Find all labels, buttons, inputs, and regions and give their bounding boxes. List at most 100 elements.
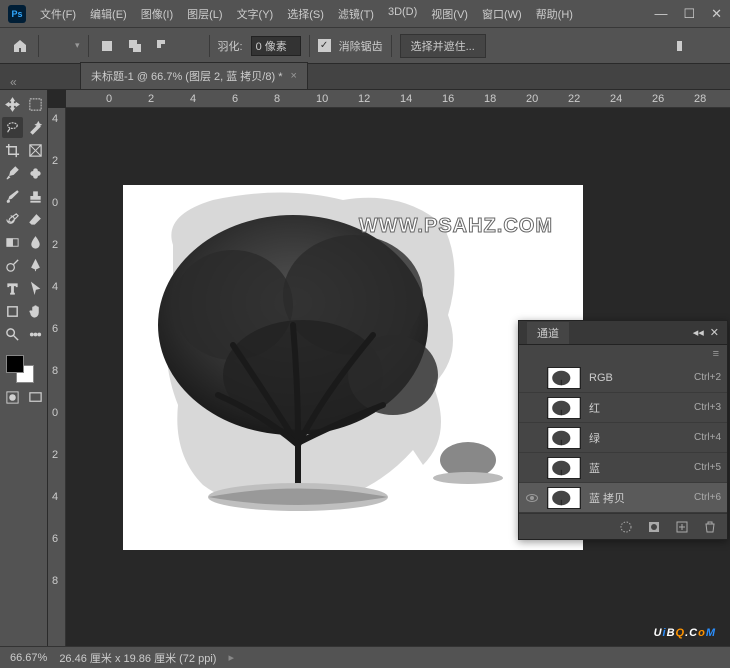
visibility-toggle[interactable] (525, 461, 539, 475)
menubar: Ps 文件(F)编辑(E)图像(I)图层(L)文字(Y)选择(S)滤镜(T)3D… (0, 0, 730, 28)
dodge-tool[interactable] (2, 255, 23, 276)
menu-item[interactable]: 帮助(H) (530, 2, 579, 26)
add-selection-icon[interactable] (125, 36, 145, 56)
delete-channel-icon[interactable] (703, 520, 717, 534)
options-bar: ▾ 羽化: ✓ 消除锯齿 选择并遮住... (0, 28, 730, 64)
close-tab-icon[interactable]: × (290, 70, 296, 82)
panel-menu-icon[interactable]: ≡ (713, 348, 719, 360)
channel-shortcut: Ctrl+6 (694, 492, 721, 503)
hand-tool[interactable] (25, 301, 46, 322)
channel-row[interactable]: 蓝 拷贝 Ctrl+6 (519, 483, 727, 513)
panel-collapse-icon[interactable]: ◂◂ (693, 326, 704, 339)
marquee-tool[interactable] (25, 94, 46, 115)
eyedropper-tool[interactable] (2, 163, 23, 184)
crop-tool[interactable] (2, 140, 23, 161)
app-logo: Ps (8, 5, 26, 23)
panel-close-icon[interactable]: ✕ (710, 326, 719, 339)
panel-header[interactable]: 通道 ◂◂ ✕ (519, 321, 727, 345)
document-tabs: « 未标题-1 @ 66.7% (图层 2, 蓝 拷贝/8) * × (0, 64, 730, 90)
channel-name: 绿 (589, 430, 686, 446)
color-swatches[interactable] (2, 353, 46, 385)
document-title: 未标题-1 @ 66.7% (图层 2, 蓝 拷贝/8) * (91, 68, 282, 84)
menu-item[interactable]: 窗口(W) (476, 2, 528, 26)
pen-tool[interactable] (25, 255, 46, 276)
menu-item[interactable]: 3D(D) (382, 2, 423, 26)
ruler-vertical: 420246802468 (48, 108, 66, 646)
collapse-panels-icon[interactable]: « (10, 75, 17, 89)
channel-thumbnail (547, 487, 581, 509)
canvas-watermark: WWW.PSAHZ.COM (359, 215, 553, 238)
antialias-label: 消除锯齿 (339, 38, 383, 54)
channel-shortcut: Ctrl+4 (694, 432, 721, 443)
zoom-level[interactable]: 66.67% (10, 652, 47, 664)
new-channel-icon[interactable] (675, 520, 689, 534)
tools-panel (0, 90, 48, 646)
visibility-toggle[interactable] (525, 491, 539, 505)
save-selection-icon[interactable] (647, 520, 661, 534)
channel-row[interactable]: 绿 Ctrl+4 (519, 423, 727, 453)
brush-tool[interactable] (2, 186, 23, 207)
channel-row[interactable]: RGB Ctrl+2 (519, 363, 727, 393)
ruler-horizontal: 0246810121416182022242628 (66, 90, 730, 108)
menu-item[interactable]: 文字(Y) (231, 2, 280, 26)
magic-wand-tool[interactable] (25, 117, 46, 138)
channel-row[interactable]: 蓝 Ctrl+5 (519, 453, 727, 483)
menu-item[interactable]: 滤镜(T) (332, 2, 380, 26)
eraser-tool[interactable] (25, 209, 46, 230)
channels-tab[interactable]: 通道 (527, 322, 569, 344)
search-icon[interactable] (632, 36, 652, 56)
subtract-selection-icon[interactable] (153, 36, 173, 56)
menu-item[interactable]: 编辑(E) (84, 2, 133, 26)
edit-toolbar[interactable] (25, 324, 46, 345)
status-bar: 66.67% 26.46 厘米 x 19.86 厘米 (72 ppi) ▸ (0, 646, 730, 668)
lasso-icon[interactable] (47, 36, 67, 56)
type-tool[interactable] (2, 278, 23, 299)
home-icon[interactable] (10, 36, 30, 56)
move-tool[interactable] (2, 94, 23, 115)
share-icon[interactable] (700, 36, 720, 56)
quickmask-tool[interactable] (2, 387, 23, 408)
document-canvas[interactable]: WWW.PSAHZ.COM (123, 185, 583, 550)
select-and-mask-button[interactable]: 选择并遮住... (400, 34, 486, 58)
visibility-toggle[interactable] (525, 431, 539, 445)
path-select-tool[interactable] (25, 278, 46, 299)
menu-item[interactable]: 选择(S) (281, 2, 330, 26)
window-buttons: — ☐ ✕ (654, 6, 722, 22)
frame-tool[interactable] (25, 140, 46, 161)
visibility-toggle[interactable] (525, 371, 539, 385)
blur-tool[interactable] (25, 232, 46, 253)
visibility-toggle[interactable] (525, 401, 539, 415)
lasso-tool[interactable] (2, 117, 23, 138)
feather-input[interactable] (251, 36, 301, 56)
document-tab[interactable]: 未标题-1 @ 66.7% (图层 2, 蓝 拷贝/8) * × (80, 62, 308, 89)
zoom-tool[interactable] (2, 324, 23, 345)
menu-item[interactable]: 图像(I) (135, 2, 179, 26)
channel-thumbnail (547, 427, 581, 449)
maximize-button[interactable]: ☐ (683, 6, 695, 22)
channel-name: 蓝 拷贝 (589, 490, 686, 506)
channel-thumbnail (547, 457, 581, 479)
stamp-tool[interactable] (25, 186, 46, 207)
foreground-color[interactable] (6, 355, 24, 373)
menu-item[interactable]: 文件(F) (34, 2, 82, 26)
minimize-button[interactable]: — (654, 6, 667, 22)
channels-panel: 通道 ◂◂ ✕ ≡ RGB Ctrl+2 红 Ctrl+3 绿 Ctrl+4 蓝… (518, 320, 728, 540)
workspace-icon[interactable] (666, 36, 686, 56)
intersect-selection-icon[interactable] (181, 36, 201, 56)
channel-shortcut: Ctrl+5 (694, 462, 721, 473)
panel-footer (519, 513, 727, 539)
screenmode-tool[interactable] (25, 387, 46, 408)
antialias-checkbox[interactable]: ✓ (318, 39, 331, 52)
gradient-tool[interactable] (2, 232, 23, 253)
history-brush-tool[interactable] (2, 209, 23, 230)
close-button[interactable]: ✕ (711, 6, 722, 22)
menu-item[interactable]: 视图(V) (425, 2, 474, 26)
menu-item[interactable]: 图层(L) (181, 2, 228, 26)
channel-shortcut: Ctrl+3 (694, 402, 721, 413)
healing-tool[interactable] (25, 163, 46, 184)
channel-thumbnail (547, 367, 581, 389)
new-selection-icon[interactable] (97, 36, 117, 56)
shape-tool[interactable] (2, 301, 23, 322)
channel-row[interactable]: 红 Ctrl+3 (519, 393, 727, 423)
load-selection-icon[interactable] (619, 520, 633, 534)
